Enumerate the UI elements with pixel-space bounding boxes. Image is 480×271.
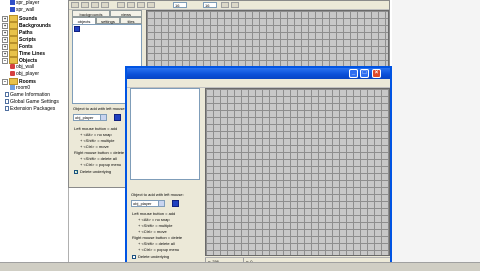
tab-objects[interactable]: objects — [72, 17, 96, 24]
object-icon — [10, 71, 15, 77]
lock-icon[interactable] — [137, 2, 145, 8]
sort-x-icon[interactable] — [117, 2, 125, 8]
minimize-button[interactable]: _ — [349, 69, 358, 78]
grid-toggle-icon[interactable] — [221, 2, 229, 8]
help-line: + <Ctrl> = move — [80, 144, 109, 149]
folder-icon — [9, 50, 18, 57]
close-button[interactable]: × — [372, 69, 381, 78]
folder-icon — [9, 57, 18, 64]
snap-y-input[interactable]: 16 — [203, 2, 217, 8]
room-icon — [10, 85, 15, 91]
room-toolbar: 16 16 — [69, 1, 389, 10]
ok-check-icon[interactable] — [71, 2, 79, 8]
help-line: + <Shift> = multiple — [138, 223, 173, 228]
package-icon — [5, 106, 9, 112]
room-editor-window-2: _ □ × Object to add with left mouse: obj… — [125, 66, 392, 270]
tree-folder-sounds[interactable]: + Sounds — [2, 15, 37, 22]
help-line: + <Alt> = no snap — [138, 217, 170, 222]
help-line: + <Alt> = no snap — [80, 132, 112, 137]
tree-folder-rooms[interactable]: − Rooms — [2, 78, 36, 85]
room-settings-panel-2: Object to add with left mouse: obj_playe… — [128, 88, 202, 268]
document-icon — [5, 92, 9, 98]
object-icon — [10, 64, 15, 70]
sprite-icon — [10, 7, 15, 13]
tree-item-room0[interactable]: room0 — [10, 85, 30, 92]
help-line: + <Shift> = delete all — [80, 156, 117, 161]
delete-underlying-checkbox[interactable]: ✓ — [74, 170, 78, 174]
clear-icon[interactable] — [91, 2, 99, 8]
unlock-icon[interactable] — [147, 2, 155, 8]
expand-icon[interactable]: + — [2, 22, 8, 29]
help-line: + <Shift> = multiple — [80, 138, 115, 143]
tree-item-spr-player[interactable]: spr_player — [10, 0, 39, 7]
maximize-button[interactable]: □ — [360, 69, 369, 78]
show-icon[interactable] — [231, 2, 239, 8]
tree-item-global-game-settings[interactable]: Global Game Settings — [5, 99, 59, 106]
folder-icon — [9, 78, 18, 85]
room-toolbar-2 — [127, 79, 390, 88]
delete-underlying-checkbox-2[interactable] — [132, 255, 136, 259]
shift-icon[interactable] — [101, 2, 109, 8]
folder-icon — [9, 15, 18, 22]
help-line: Left mouse button = add — [74, 126, 118, 131]
tab-views[interactable]: views — [110, 10, 142, 17]
chevron-down-icon[interactable] — [158, 201, 164, 206]
object-prompt-label: Object to add with left mouse: — [131, 192, 184, 197]
sprite-icon — [10, 0, 15, 6]
expand-icon[interactable]: + — [2, 36, 8, 43]
collapse-icon[interactable]: − — [2, 78, 8, 85]
folder-icon — [9, 36, 18, 43]
tab-tiles[interactable]: tiles — [120, 17, 142, 24]
tab-backgrounds[interactable]: backgrounds — [72, 10, 110, 17]
tree-item-game-information[interactable]: Game Information — [5, 92, 50, 99]
tab-settings[interactable]: settings — [96, 17, 120, 24]
collapse-icon[interactable]: − — [2, 57, 8, 64]
help-line: Left mouse button = add — [132, 211, 176, 216]
settings-icon — [5, 99, 9, 105]
delete-underlying-label: Delete underlying — [138, 254, 170, 259]
help-line: + <Shift> = delete all — [138, 241, 175, 246]
tree-folder-time-lines[interactable]: + Time Lines — [2, 50, 45, 57]
expand-icon[interactable]: + — [2, 43, 8, 50]
snap-x-input[interactable]: 16 — [173, 2, 187, 8]
help-line: + <Ctrl> = popup menu — [80, 162, 122, 167]
tree-item-spr-wall[interactable]: spr_wall — [10, 7, 34, 14]
selected-instance-marker[interactable] — [74, 26, 80, 32]
instance-list-2[interactable] — [130, 88, 200, 180]
resource-tree[interactable]: spr_player spr_wall + Sounds + Backgrounds… — [0, 0, 69, 270]
sort-y-icon[interactable] — [127, 2, 135, 8]
folder-icon — [9, 43, 18, 50]
object-preview-icon — [172, 200, 179, 207]
tree-folder-paths[interactable]: + Paths — [2, 29, 33, 36]
object-prompt-label: Object to add with left mouse: — [73, 106, 126, 111]
help-line: + <Ctrl> = popup menu — [138, 247, 180, 252]
tree-item-obj-player[interactable]: obj_player — [10, 71, 39, 78]
tree-folder-objects[interactable]: − Objects — [2, 57, 37, 64]
desktop-background — [392, 0, 480, 270]
object-preview-icon — [114, 114, 121, 121]
expand-icon[interactable]: + — [2, 15, 8, 22]
expand-icon[interactable]: + — [2, 29, 8, 36]
chevron-down-icon[interactable] — [100, 115, 106, 120]
tree-item-extension-packages[interactable]: Extension Packages — [5, 106, 55, 113]
tree-folder-backgrounds[interactable]: + Backgrounds — [2, 22, 51, 29]
delete-underlying-label: Delete underlying — [80, 169, 112, 174]
folder-icon — [9, 29, 18, 36]
tree-folder-scripts[interactable]: + Scripts — [2, 36, 36, 43]
expand-icon[interactable]: + — [2, 50, 8, 57]
help-line: Right mouse button = delete — [132, 235, 183, 240]
room-canvas-2[interactable] — [205, 88, 390, 256]
tree-item-obj-wall[interactable]: obj_wall — [10, 64, 34, 71]
undo-icon[interactable] — [81, 2, 89, 8]
object-select-2[interactable]: obj_player — [131, 200, 165, 207]
help-line: Right mouse button = delete — [74, 150, 125, 155]
title-bar[interactable]: _ □ × — [127, 68, 390, 79]
help-line: + <Ctrl> = move — [138, 229, 167, 234]
folder-icon — [9, 22, 18, 29]
tree-folder-fonts[interactable]: + Fonts — [2, 43, 33, 50]
object-select[interactable]: obj_player — [73, 114, 107, 121]
